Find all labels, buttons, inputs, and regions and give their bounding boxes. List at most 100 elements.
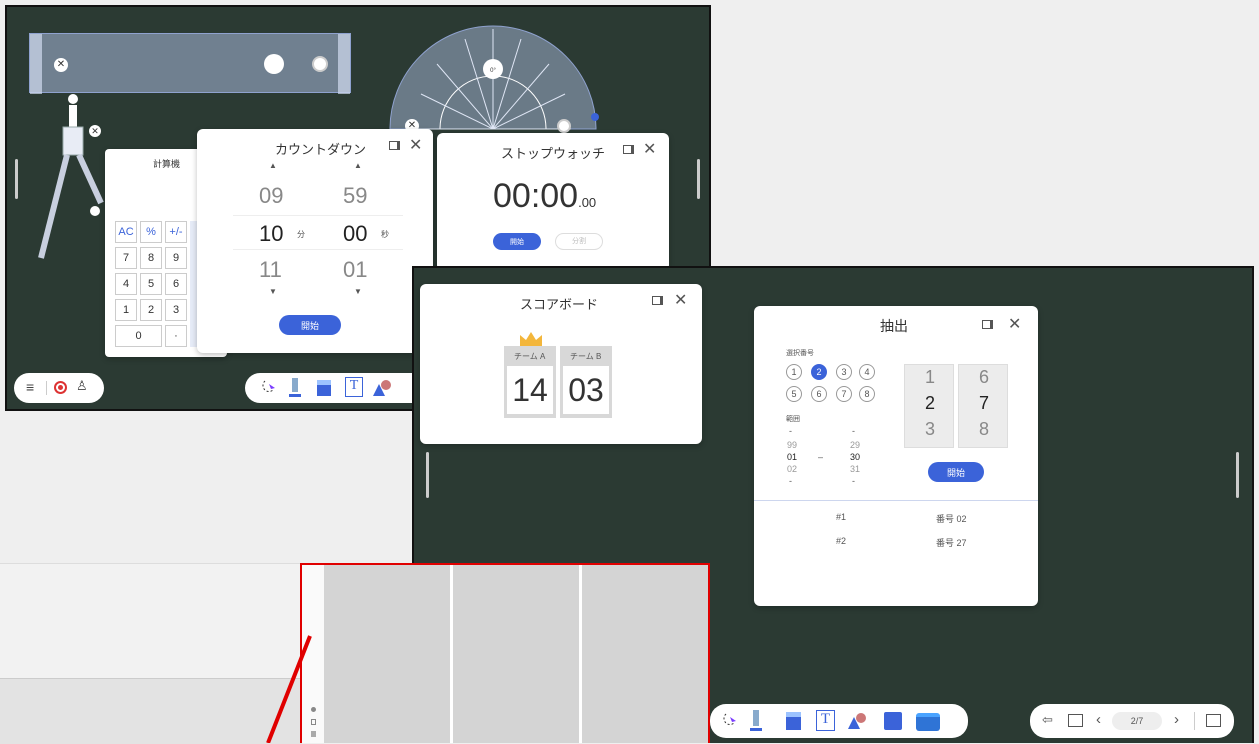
team-b-label: チーム B — [570, 352, 602, 361]
result-index-1: #1 — [836, 512, 847, 522]
range-from-2[interactable]: 01 — [787, 452, 797, 462]
calc-key-3[interactable]: 3 — [165, 299, 187, 321]
range-label: 範囲 — [786, 416, 800, 423]
shapes-icon[interactable] — [846, 711, 868, 731]
calc-key-7[interactable]: 7 — [115, 247, 137, 269]
calc-key-ac[interactable]: AC — [115, 221, 137, 243]
draw-start-button[interactable]: 開始 — [928, 462, 984, 482]
stopwatch-time: 00:00.00 — [493, 177, 596, 216]
second-unit: 秒 — [381, 230, 389, 239]
stopwatch-split-button[interactable]: 分割 — [555, 233, 603, 250]
close-icon[interactable]: ✕ — [1008, 314, 1021, 334]
team-a-card: チーム A 14 — [504, 346, 556, 418]
image-icon[interactable] — [884, 712, 902, 730]
calc-key-dot[interactable]: · — [165, 325, 187, 347]
second-down-icon[interactable]: ▼ — [354, 287, 362, 296]
number-option-2[interactable]: 2 — [811, 364, 827, 380]
calc-key-percent[interactable]: % — [140, 221, 162, 243]
record-icon[interactable] — [54, 381, 67, 394]
toolbox-icon[interactable] — [916, 713, 940, 731]
close-icon[interactable]: ✕ — [674, 290, 687, 310]
popout-icon[interactable] — [623, 145, 634, 154]
popout-icon[interactable] — [652, 296, 663, 305]
calc-key-0[interactable]: 0 — [115, 325, 162, 347]
second-current[interactable]: 00 — [343, 221, 367, 247]
minute-up-icon[interactable]: ▲ — [269, 161, 277, 170]
scoreboard-panel: スコアボード ✕ チーム A 14 チーム B 03 — [420, 284, 702, 444]
preview-column-3[interactable] — [582, 565, 708, 743]
draw-panel: 抽出 ✕ 選択番号 1 2 3 4 5 6 7 8 範囲 - 99 01 02 … — [754, 306, 1038, 606]
team-a-score[interactable]: 14 — [507, 366, 553, 414]
range-separator: – — [818, 452, 824, 462]
add-user-icon[interactable]: ♙ — [76, 378, 88, 394]
page-list-icon[interactable] — [1068, 714, 1083, 727]
close-icon[interactable]: ✕ — [409, 135, 422, 155]
preview-column-1[interactable] — [324, 565, 450, 743]
text-icon[interactable]: T — [345, 377, 363, 397]
ruler-rotate-icon[interactable] — [312, 56, 328, 72]
prev-page-icon[interactable]: ‹ — [1096, 711, 1101, 728]
lasso-select-icon[interactable] — [720, 711, 740, 731]
protractor-tool[interactable]: 0° — [385, 9, 605, 134]
lasso-select-icon[interactable] — [259, 378, 279, 398]
countdown-start-button[interactable]: 開始 — [279, 315, 341, 335]
eraser-icon[interactable] — [786, 712, 801, 730]
text-icon[interactable]: T — [816, 710, 835, 731]
next-page-icon[interactable]: › — [1174, 711, 1179, 728]
popout-icon[interactable] — [389, 141, 400, 150]
ruler-tool[interactable]: ✕ — [29, 33, 351, 94]
pen-icon[interactable] — [748, 708, 764, 734]
calc-key-2[interactable]: 2 — [140, 299, 162, 321]
stopwatch-panel: ストップウォッチ ✕ 00:00.00 開始 分割 — [437, 133, 669, 271]
number-option-7[interactable]: 7 — [836, 386, 852, 402]
number-option-3[interactable]: 3 — [836, 364, 852, 380]
bottom-toolbar: T — [710, 704, 968, 738]
right-side-handle[interactable] — [697, 159, 700, 199]
scoreboard-title: スコアボード — [520, 297, 599, 312]
minute-current[interactable]: 10 — [259, 221, 283, 247]
team-b-score[interactable]: 03 — [563, 366, 609, 414]
number-option-4[interactable]: 4 — [859, 364, 875, 380]
page-overview-icon[interactable] — [1206, 714, 1221, 727]
left-side-handle[interactable] — [15, 159, 18, 199]
slot-left-bot: 3 — [924, 419, 935, 439]
calc-key-9[interactable]: 9 — [165, 247, 187, 269]
second-up-icon[interactable]: ▲ — [354, 161, 362, 170]
page-indicator: 2/7 — [1112, 712, 1162, 730]
calc-key-4[interactable]: 4 — [115, 273, 137, 295]
back-icon[interactable]: ⇦ — [1042, 712, 1053, 728]
number-option-5[interactable]: 5 — [786, 386, 802, 402]
slot-right-bot: 8 — [978, 419, 989, 439]
range-to-2[interactable]: 30 — [850, 452, 860, 462]
right-side-handle[interactable] — [1236, 452, 1239, 498]
range-to-0: - — [852, 426, 855, 436]
left-side-handle[interactable] — [426, 452, 429, 498]
ruler-angle-icon[interactable] — [264, 54, 284, 74]
popout-icon[interactable] — [982, 320, 993, 329]
calc-key-sign[interactable]: +/- — [165, 221, 187, 243]
eraser-icon[interactable] — [317, 380, 331, 396]
range-from-0: - — [789, 426, 792, 436]
team-b-card: チーム B 03 — [560, 346, 612, 418]
calc-key-5[interactable]: 5 — [140, 273, 162, 295]
menu-icon[interactable]: ≡ — [26, 379, 34, 395]
calc-key-1[interactable]: 1 — [115, 299, 137, 321]
close-icon[interactable]: ✕ — [643, 139, 656, 159]
shapes-icon[interactable] — [371, 378, 393, 398]
calc-key-6[interactable]: 6 — [165, 273, 187, 295]
result-index-2: #2 — [836, 536, 847, 546]
number-option-6[interactable]: 6 — [811, 386, 827, 402]
preview-column-2[interactable] — [453, 565, 579, 743]
protractor-handle-icon[interactable] — [591, 113, 599, 121]
slot-right-top: 6 — [978, 367, 989, 387]
ruler-close-icon[interactable]: ✕ — [54, 58, 68, 72]
stopwatch-start-button[interactable]: 開始 — [493, 233, 541, 250]
range-from-1: 99 — [787, 440, 798, 450]
protractor-rotate-icon[interactable] — [557, 119, 571, 133]
pen-icon[interactable] — [287, 376, 303, 400]
number-option-8[interactable]: 8 — [859, 386, 875, 402]
compass-close-icon[interactable]: ✕ — [89, 125, 101, 137]
calc-key-8[interactable]: 8 — [140, 247, 162, 269]
number-option-1[interactable]: 1 — [786, 364, 802, 380]
minute-down-icon[interactable]: ▼ — [269, 287, 277, 296]
